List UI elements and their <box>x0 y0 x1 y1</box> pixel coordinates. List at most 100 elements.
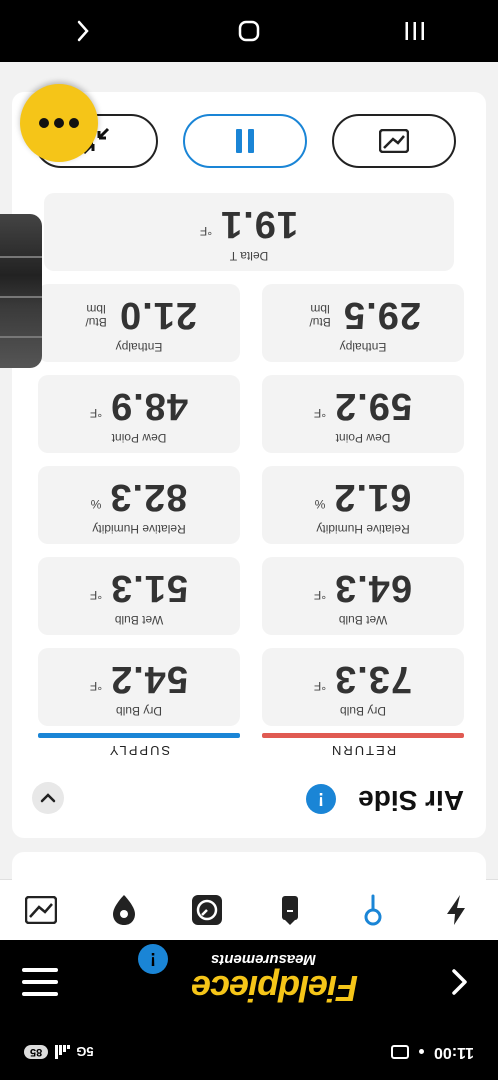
metric-value: 73.3 <box>334 658 413 700</box>
metric-value: 19.1 <box>220 203 299 245</box>
system-back-button[interactable] <box>63 11 103 51</box>
delta-t: Delta T 19.1 °F <box>44 193 454 271</box>
metric-value: 64.3 <box>334 567 413 609</box>
metric-unit: °F <box>313 588 327 602</box>
app-header: Fieldpiece Measurements ! <box>0 940 498 1024</box>
supply-relative-humidity: Relative Humidity 82.3% <box>38 466 240 544</box>
tab-electrical[interactable] <box>435 888 479 932</box>
page-subtitle: Measurements <box>210 951 316 968</box>
notification-dot-icon <box>418 1049 424 1055</box>
home-icon <box>238 20 260 42</box>
graph-button[interactable] <box>332 114 456 168</box>
return-relative-humidity: Relative Humidity 61.2% <box>262 466 464 544</box>
metric-unit: Btu/ lbm <box>85 302 107 329</box>
lightning-icon <box>447 895 466 925</box>
status-time: 11:00 <box>433 1044 474 1061</box>
section-title: Air Side <box>358 785 464 816</box>
system-nav-bar <box>0 0 498 62</box>
air-side-card: Air Side ! RETURN SUPPLY Dry Bulb 73.3 °F… <box>12 92 486 838</box>
return-wet-bulb: Wet Bulb 64.3 °F <box>262 557 464 635</box>
metric-label: Relative Humidity <box>316 522 410 536</box>
menu-button[interactable] <box>22 964 58 1000</box>
return-color-bar <box>262 733 464 738</box>
metric-unit: °F <box>89 588 103 602</box>
metric-unit: °F <box>313 679 327 693</box>
chevron-left-icon <box>77 20 89 42</box>
chevron-left-icon <box>452 969 467 995</box>
probe-icon <box>365 894 382 926</box>
metric-value: 82.3 <box>109 476 188 518</box>
tab-location[interactable] <box>103 888 147 932</box>
return-column-header: RETURN <box>329 743 397 758</box>
metric-unit: % <box>90 497 102 511</box>
info-icon[interactable]: ! <box>306 784 336 814</box>
metric-label: Wet Bulb <box>338 613 388 627</box>
status-bar: 11:00 5G 85 <box>0 1024 498 1080</box>
gauge-icon <box>192 895 223 925</box>
collapse-button[interactable] <box>32 782 64 814</box>
metric-value: 59.2 <box>334 385 413 427</box>
recent-apps-button[interactable] <box>395 11 435 51</box>
return-enthalpy: Enthalpy 29.5 Btu/ lbm <box>262 284 464 362</box>
metric-unit: °F <box>89 406 103 420</box>
menu-line-icon <box>22 992 58 996</box>
metric-label: Enthalpy <box>115 340 163 354</box>
back-button[interactable] <box>442 962 478 1002</box>
tab-tank[interactable] <box>269 888 313 932</box>
metric-unit: °F <box>89 679 103 693</box>
supply-enthalpy: Enthalpy 21.0 Btu/ lbm <box>38 284 240 362</box>
tank-icon <box>282 896 299 925</box>
metric-label: Relative Humidity <box>92 522 186 536</box>
dot-icon <box>54 118 64 128</box>
dot-icon <box>39 118 49 128</box>
preview-shelf <box>0 256 42 258</box>
return-dry-bulb: Dry Bulb 73.3 °F <box>262 648 464 726</box>
pause-button[interactable] <box>183 114 307 168</box>
supply-wet-bulb: Wet Bulb 51.3 °F <box>38 557 240 635</box>
metric-label: Dew Point <box>111 431 167 445</box>
chevron-down-icon <box>40 793 56 803</box>
location-pin-icon <box>113 895 136 925</box>
preview-shelf <box>0 296 42 298</box>
metric-value: 54.2 <box>110 658 189 700</box>
metric-value: 29.5 <box>343 294 421 336</box>
dot-icon <box>69 118 79 128</box>
tab-charts[interactable] <box>20 888 64 932</box>
metric-label: Dry Bulb <box>340 704 387 718</box>
tab-measurements[interactable] <box>352 888 396 932</box>
tab-gauges[interactable] <box>186 888 230 932</box>
metric-value: 61.2 <box>333 476 412 518</box>
metric-label: Wet Bulb <box>114 613 164 627</box>
chart-icon <box>379 129 409 153</box>
help-icon[interactable]: ! <box>138 944 168 974</box>
metric-label: Dew Point <box>335 431 391 445</box>
recents-icon <box>405 22 424 40</box>
supply-column-header: SUPPLY <box>107 743 171 758</box>
cast-icon <box>390 1045 409 1059</box>
metric-value: 51.3 <box>110 567 189 609</box>
metric-label: Enthalpy <box>339 340 387 354</box>
metric-unit: % <box>314 497 326 511</box>
menu-line-icon <box>22 980 58 984</box>
metric-unit: Btu/ lbm <box>309 302 331 329</box>
supply-dry-bulb: Dry Bulb 54.2 °F <box>38 648 240 726</box>
previous-card <box>12 852 486 880</box>
battery-badge: 85 <box>24 1045 49 1059</box>
metric-unit: °F <box>313 406 327 420</box>
metric-value: 48.9 <box>110 385 189 427</box>
signal-icon <box>55 1045 71 1059</box>
menu-line-icon <box>22 968 58 972</box>
home-button[interactable] <box>229 11 269 51</box>
return-dew-point: Dew Point 59.2 °F <box>262 375 464 453</box>
network-type: 5G <box>76 1044 94 1060</box>
tab-bar <box>0 879 498 940</box>
card-header[interactable]: Air Side ! <box>12 764 486 838</box>
metric-unit: °F <box>199 224 213 238</box>
metric-label: Dry Bulb <box>116 704 163 718</box>
more-options-button[interactable] <box>20 84 98 162</box>
camera-preview-thumbnail[interactable] <box>0 214 42 368</box>
preview-shelf <box>0 336 42 338</box>
screen: 11:00 5G 85 Fieldpiece Measurements ! Ai… <box>0 0 498 1080</box>
supply-dew-point: Dew Point 48.9 °F <box>38 375 240 453</box>
metric-label: Delta T <box>229 249 269 263</box>
